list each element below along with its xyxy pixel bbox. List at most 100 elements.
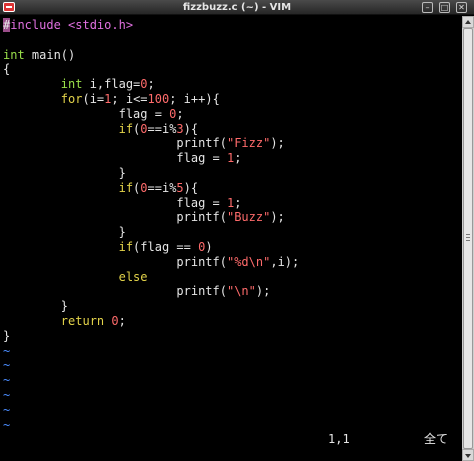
grip-line bbox=[466, 234, 470, 235]
code-token: ; bbox=[234, 151, 242, 166]
code-token: printf( bbox=[3, 284, 227, 299]
code-token: 5 bbox=[176, 180, 184, 195]
scrollbar-thumb[interactable] bbox=[463, 28, 473, 449]
code-token: ; bbox=[147, 77, 155, 92]
code-token: int bbox=[3, 47, 25, 62]
cursor-position: 1,1 bbox=[328, 432, 350, 446]
code-token: } bbox=[3, 166, 126, 180]
code-token: ); bbox=[255, 284, 271, 299]
code-token: else bbox=[118, 269, 148, 284]
code-token: 0 bbox=[111, 314, 119, 328]
code-line[interactable]: flag = 1; bbox=[3, 196, 241, 211]
code-token: 3 bbox=[176, 121, 184, 136]
code-token: "Fizz" bbox=[226, 136, 271, 151]
code-token: ){ bbox=[183, 121, 199, 136]
code-line[interactable]: } bbox=[3, 166, 126, 181]
code-line[interactable]: if(0==i%3){ bbox=[3, 121, 199, 137]
code-token: if bbox=[118, 240, 134, 254]
code-token: (flag == bbox=[133, 240, 199, 254]
code-token: %d\n bbox=[234, 254, 264, 269]
code-line[interactable]: flag = 1; bbox=[3, 151, 241, 166]
code-token: \n bbox=[234, 284, 249, 299]
code-token: printf( bbox=[3, 254, 227, 269]
close-button[interactable]: ✕ bbox=[456, 2, 467, 13]
code-token: 0 bbox=[140, 121, 148, 136]
text-editor-area[interactable]: #include <stdio.h> int main(){ int i,flag… bbox=[0, 16, 462, 461]
arrow-down-icon bbox=[465, 454, 471, 458]
code-line[interactable]: } bbox=[3, 225, 126, 240]
code-line[interactable]: #include <stdio.h> bbox=[3, 18, 133, 33]
code-line[interactable]: printf("\n"); bbox=[3, 284, 270, 299]
code-token: printf( bbox=[3, 210, 227, 225]
arrow-up-icon bbox=[465, 20, 471, 24]
code-token: include <stdio.h> bbox=[10, 18, 134, 32]
code-token: if bbox=[118, 180, 134, 195]
code-line[interactable]: else bbox=[3, 270, 148, 285]
code-line[interactable]: if(flag == 0) bbox=[3, 240, 213, 255]
code-token: 100 bbox=[147, 92, 170, 106]
window-title: fizzbuzz.c (~) - VIM bbox=[182, 2, 292, 13]
code-line[interactable]: } bbox=[3, 299, 68, 314]
code-token: { bbox=[3, 62, 11, 77]
code-token: 0 bbox=[140, 77, 148, 92]
empty-line-tilde: ~ bbox=[3, 373, 11, 388]
code-token: return bbox=[60, 314, 105, 328]
maximize-button[interactable]: □ bbox=[439, 2, 450, 13]
code-token: ; i<= bbox=[111, 92, 148, 106]
empty-line-tilde: ~ bbox=[3, 358, 11, 373]
code-token: "Buzz" bbox=[226, 210, 271, 225]
code-line[interactable]: printf("Buzz"); bbox=[3, 210, 285, 225]
code-token: for bbox=[60, 92, 83, 106]
scroll-indicator: 全て bbox=[424, 432, 449, 446]
code-line[interactable]: { bbox=[3, 62, 10, 77]
scroll-down-button[interactable] bbox=[462, 449, 474, 461]
title-bar[interactable]: fizzbuzz.c (~) - VIM – □ ✕ bbox=[0, 0, 474, 15]
code-token: ); bbox=[270, 210, 285, 225]
code-token: flag = bbox=[3, 151, 227, 166]
empty-line-tilde: ~ bbox=[3, 343, 11, 358]
code-token: ; bbox=[118, 314, 126, 328]
code-line[interactable]: int main() bbox=[3, 48, 75, 63]
code-token: printf( bbox=[3, 136, 227, 151]
code-token: " bbox=[248, 284, 256, 299]
code-token: i,flag= bbox=[82, 77, 141, 92]
code-line[interactable]: for(i=1; i<=100; i++){ bbox=[3, 92, 220, 107]
code-token: ==i% bbox=[147, 180, 177, 195]
code-token: ==i% bbox=[147, 121, 177, 136]
grip-line bbox=[466, 237, 470, 238]
vim-window: fizzbuzz.c (~) - VIM – □ ✕ #include <std… bbox=[0, 0, 474, 461]
code-token: } bbox=[3, 225, 126, 240]
code-line[interactable]: int i,flag=0; bbox=[3, 77, 155, 92]
minimize-button[interactable]: – bbox=[422, 2, 433, 13]
scroll-up-button[interactable] bbox=[462, 16, 474, 28]
code-line[interactable]: printf("%d\n",i); bbox=[3, 255, 299, 270]
code-token: 0 bbox=[140, 180, 148, 195]
code-token: ) bbox=[205, 240, 213, 254]
code-token: main() bbox=[24, 47, 76, 62]
code-line[interactable]: flag = 0; bbox=[3, 107, 184, 122]
code-line[interactable]: if(0==i%5){ bbox=[3, 180, 199, 196]
code-token: ,i); bbox=[270, 254, 300, 269]
code-token: flag = bbox=[3, 195, 227, 210]
code-line[interactable]: return 0; bbox=[3, 314, 126, 329]
code-line[interactable]: printf("Fizz"); bbox=[3, 136, 285, 151]
code-token: ){ bbox=[183, 180, 199, 195]
code-token: ; bbox=[176, 106, 184, 121]
empty-line-tilde: ~ bbox=[3, 417, 11, 432]
code-token: ; i++){ bbox=[169, 92, 220, 106]
empty-line-tilde: ~ bbox=[3, 388, 11, 402]
code-line[interactable]: } bbox=[3, 329, 10, 344]
code-token: int bbox=[60, 77, 83, 92]
vertical-scrollbar[interactable] bbox=[462, 16, 474, 461]
code-token: } bbox=[3, 328, 11, 343]
code-token: (i= bbox=[82, 92, 105, 106]
code-token: ); bbox=[270, 136, 285, 151]
empty-line-tilde: ~ bbox=[3, 402, 11, 417]
